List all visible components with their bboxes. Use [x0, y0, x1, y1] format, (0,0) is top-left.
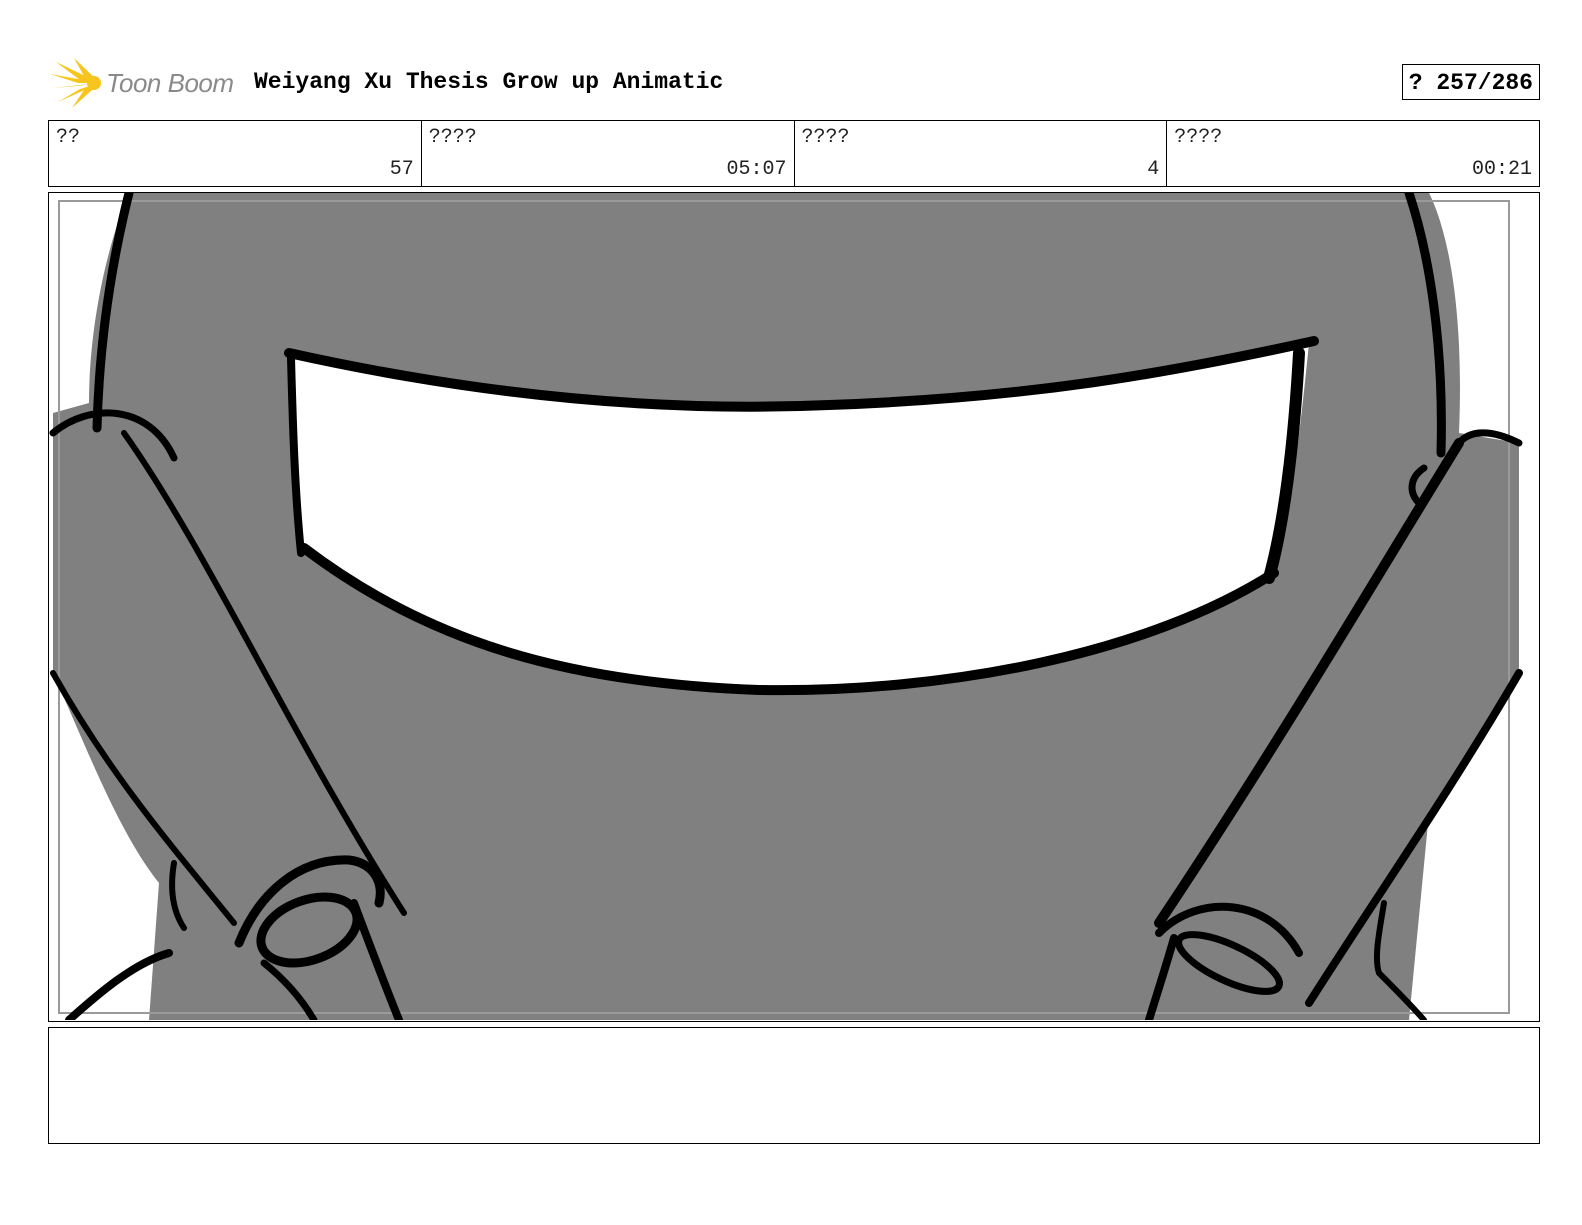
storyboard-panel — [48, 192, 1540, 1022]
info-value: 57 — [389, 158, 414, 181]
info-value: 00:21 — [1471, 158, 1532, 181]
info-cell-panel: ???? 4 — [795, 121, 1168, 186]
info-label: ???? — [1174, 126, 1223, 149]
logo-text: Toon Boom — [106, 68, 234, 98]
panel-notes-area — [48, 1027, 1540, 1144]
info-label: ???? — [801, 126, 850, 149]
starburst-icon — [50, 58, 101, 108]
info-cell-duration: ???? 05:07 — [422, 121, 795, 186]
info-value: 4 — [1147, 158, 1160, 181]
panel-info-row: ?? 57 ???? 05:07 ???? 4 ???? 00:21 — [48, 120, 1540, 187]
info-value: 05:07 — [726, 158, 787, 181]
info-label: ?? — [56, 126, 81, 149]
info-cell-panel-duration: ???? 00:21 — [1167, 121, 1539, 186]
info-cell-scene: ?? 57 — [49, 121, 422, 186]
storyboard-sketch-image — [49, 193, 1523, 1020]
project-title: Weiyang Xu Thesis Grow up Animatic — [254, 69, 724, 95]
page-indicator: ? 257/286 — [1401, 64, 1540, 100]
page-header: Toon Boom Weiyang Xu Thesis Grow up Anim… — [48, 56, 1540, 108]
toon-boom-logo: Toon Boom — [50, 58, 240, 108]
info-label: ???? — [428, 126, 477, 149]
